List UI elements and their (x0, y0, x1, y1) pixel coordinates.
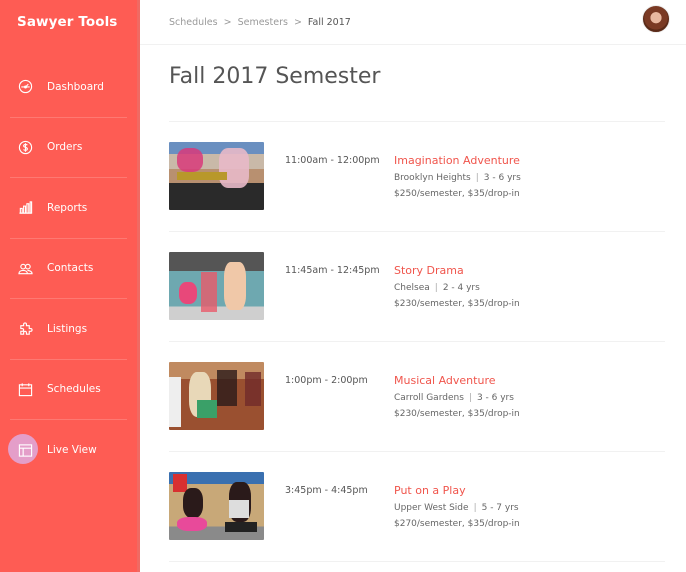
class-ages: 2 - 4 yrs (442, 283, 480, 293)
breadcrumb-semesters[interactable]: Semesters (238, 17, 288, 28)
class-time: 11:45am - 12:45pm (285, 265, 380, 276)
class-title-link[interactable]: Story Drama (394, 264, 520, 277)
sidebar-item-label: Contacts (47, 262, 94, 275)
dollar-icon (17, 139, 33, 155)
contacts-icon (17, 260, 33, 276)
class-ages: 5 - 7 yrs (481, 503, 519, 513)
sidebar-item-dashboard[interactable]: Dashboard (10, 57, 127, 118)
class-location: Chelsea (394, 283, 430, 293)
meta-separator: | (434, 283, 438, 293)
sidebar-item-label: Listings (47, 322, 88, 335)
sidebar-item-listings[interactable]: Listings (10, 299, 127, 360)
top-bar: Schedules > Semesters > Fall 2017 (140, 0, 686, 45)
class-thumbnail (169, 472, 264, 540)
breadcrumb-separator: > (223, 16, 232, 28)
class-details: Story Drama Chelsea | 2 - 4 yrs $230/semes… (394, 264, 520, 312)
page-title: Fall 2017 Semester (169, 64, 381, 89)
breadcrumb-separator: > (293, 16, 302, 28)
user-avatar[interactable] (642, 5, 670, 33)
sidebar-item-label: Reports (47, 201, 88, 214)
class-thumbnail (169, 362, 264, 430)
class-price: $250/semester, $35/drop-in (394, 189, 520, 199)
sidebar: Sawyer Tools Dashboard Orders Reports Co… (0, 0, 140, 572)
puzzle-icon (17, 321, 33, 337)
meta-separator: | (468, 393, 472, 403)
app-title: Sawyer Tools (17, 14, 118, 30)
sidebar-item-schedules[interactable]: Schedules (10, 360, 127, 420)
meta-separator: | (475, 173, 479, 183)
class-thumbnail (169, 252, 264, 320)
sidebar-item-label: Orders (47, 141, 83, 154)
class-title-link[interactable]: Imagination Adventure (394, 154, 521, 167)
class-details: Put on a Play Upper West Side | 5 - 7 yrs … (394, 484, 520, 532)
sidebar-item-label: Schedules (47, 383, 101, 396)
class-title-link[interactable]: Put on a Play (394, 484, 520, 497)
main-content: Schedules > Semesters > Fall 2017 Fall 2… (140, 0, 686, 572)
breadcrumb: Schedules > Semesters > Fall 2017 (169, 17, 351, 28)
class-time: 3:45pm - 4:45pm (285, 485, 368, 496)
class-ages: 3 - 6 yrs (476, 393, 514, 403)
layout-icon (17, 442, 33, 458)
class-price: $270/semester, $35/drop-in (394, 519, 520, 529)
sidebar-nav: Dashboard Orders Reports Contacts Listin… (0, 57, 137, 481)
class-location: Carroll Gardens (394, 393, 464, 403)
sidebar-item-live-view[interactable]: Live View (8, 420, 127, 481)
class-details: Musical Adventure Carroll Gardens | 3 - 6 … (394, 374, 520, 422)
class-ages: 3 - 6 yrs (483, 173, 521, 183)
breadcrumb-current: Fall 2017 (307, 16, 351, 28)
sidebar-item-contacts[interactable]: Contacts (10, 239, 127, 299)
sidebar-item-label: Live View (47, 444, 97, 457)
class-price: $230/semester, $35/drop-in (394, 299, 520, 309)
calendar-icon (17, 381, 33, 397)
class-title-link[interactable]: Musical Adventure (394, 374, 520, 387)
class-row[interactable]: 11:45am - 12:45pm Story Drama Chelsea | 2 … (169, 232, 665, 342)
breadcrumb-schedules[interactable]: Schedules (169, 17, 218, 28)
class-time: 11:00am - 12:00pm (285, 155, 380, 166)
class-time: 1:00pm - 2:00pm (285, 375, 368, 386)
sidebar-item-reports[interactable]: Reports (10, 178, 127, 239)
sidebar-item-orders[interactable]: Orders (10, 118, 127, 178)
class-row[interactable]: 1:00pm - 2:00pm Musical Adventure Carrol… (169, 342, 665, 452)
class-list: 11:00am - 12:00pm Imagination Adventure … (169, 121, 665, 562)
class-row[interactable]: 11:00am - 12:00pm Imagination Adventure … (169, 122, 665, 232)
bar-chart-icon (17, 200, 33, 216)
class-details: Imagination Adventure Brooklyn Heights | 3… (394, 154, 521, 202)
class-price: $230/semester, $35/drop-in (394, 409, 520, 419)
dashboard-gauge-icon (17, 79, 33, 95)
sidebar-item-label: Dashboard (47, 80, 104, 93)
class-row[interactable]: 3:45pm - 4:45pm Put on a Play Upper West… (169, 452, 665, 562)
class-location: Brooklyn Heights (394, 173, 471, 183)
class-thumbnail (169, 142, 264, 210)
class-location: Upper West Side (394, 503, 469, 513)
meta-separator: | (473, 503, 477, 513)
